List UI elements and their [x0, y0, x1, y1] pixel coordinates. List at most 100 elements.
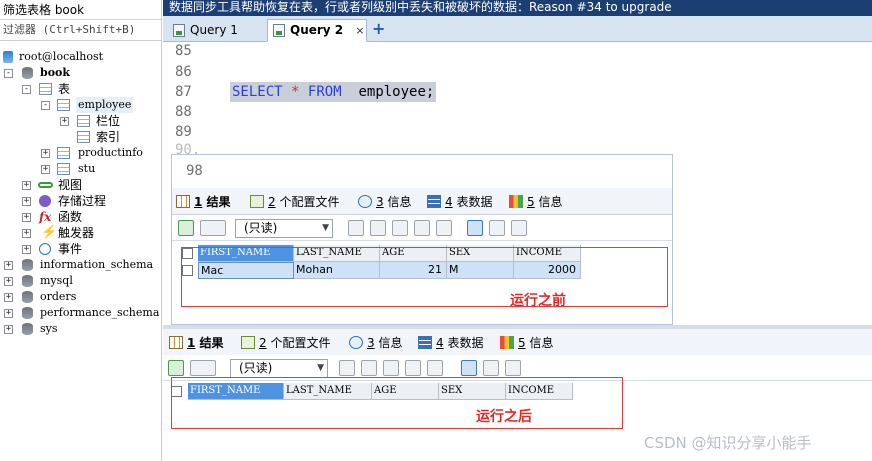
database-icon	[22, 323, 33, 335]
tab-messages[interactable]: 5 信息	[500, 333, 553, 353]
table-icon	[57, 99, 70, 111]
sql-statement[interactable]: SELECT * FROM employee;	[230, 82, 437, 102]
save-icon[interactable]	[392, 220, 408, 236]
browser-title: 筛选表格 book	[0, 0, 161, 20]
table-icon	[57, 163, 70, 175]
query-icon	[173, 24, 185, 37]
expand-icon[interactable]: +	[22, 245, 31, 254]
info-icon	[349, 336, 363, 349]
tab-messages[interactable]: 5 信息	[509, 192, 562, 212]
tab-info[interactable]: 3 信息	[349, 333, 402, 353]
after-annotation: 运行之后	[476, 409, 532, 425]
line-gutter: 85 86 87 88 89 90,	[175, 43, 201, 158]
tab-table-data[interactable]: 4 表数据	[427, 192, 492, 212]
profile-icon	[241, 336, 255, 349]
messages-icon	[500, 336, 514, 349]
save-icon[interactable]	[383, 360, 399, 376]
gear-icon	[39, 195, 51, 207]
database-icon	[22, 291, 33, 303]
server-icon	[3, 51, 13, 63]
result-tabs: 1 结果 2 个配置文件 3 信息 4 表数据 5 信息	[172, 188, 672, 215]
text-view-icon[interactable]	[505, 360, 521, 376]
refresh-icon[interactable]	[436, 220, 452, 236]
expand-icon[interactable]: +	[4, 325, 13, 334]
expand-icon[interactable]: +	[22, 181, 31, 190]
tables-folder-icon	[39, 83, 52, 95]
filter-icon[interactable]	[348, 220, 364, 236]
form-view-icon[interactable]	[489, 220, 505, 236]
chevron-down-icon: ▼	[322, 223, 329, 233]
expand-icon[interactable]: +	[4, 277, 13, 286]
sql-editor[interactable]: 85 86 87 88 89 90, SELECT * FROM employe…	[163, 42, 872, 158]
index-icon	[77, 131, 90, 143]
add-tab-button[interactable]: +	[372, 19, 385, 38]
app-window: 筛选表格 book 过滤器 (Ctrl+Shift+B) root@localh…	[0, 0, 872, 461]
chevron-down-icon: ▼	[317, 363, 324, 373]
readonly-select[interactable]: (只读) ▼	[230, 359, 328, 378]
highlight-box	[181, 247, 668, 307]
text-view-icon[interactable]	[511, 220, 527, 236]
watermark: CSDN @知识分享小能手	[644, 434, 812, 452]
expand-icon[interactable]: +	[41, 165, 50, 174]
expand-icon[interactable]: +	[22, 213, 31, 222]
expand-icon[interactable]: +	[22, 229, 31, 238]
delete-icon[interactable]	[414, 220, 430, 236]
database-icon	[22, 67, 33, 79]
delete-icon[interactable]	[405, 360, 421, 376]
expand-icon[interactable]: +	[22, 197, 31, 206]
result-panel-before: 98 1 结果 2 个配置文件 3 信息 4 表数据 5 信息 (只读) ▼ F…	[171, 154, 673, 325]
expand-icon[interactable]: +	[4, 293, 13, 302]
function-icon: fx	[39, 210, 52, 224]
collapse-icon[interactable]: -	[4, 69, 13, 78]
query-icon	[273, 24, 285, 37]
highlight-box	[171, 377, 623, 429]
table-data-icon	[427, 195, 441, 208]
tab-table-data[interactable]: 4 表数据	[418, 333, 483, 353]
export-dropdown-icon[interactable]	[190, 360, 216, 376]
grid-view-icon[interactable]	[467, 220, 483, 236]
tab-result[interactable]: 1 结果	[176, 192, 231, 212]
form-view-icon[interactable]	[483, 360, 499, 376]
grid-icon	[176, 195, 190, 208]
refresh-icon[interactable]	[427, 360, 443, 376]
clock-icon	[39, 243, 51, 255]
info-icon	[358, 195, 372, 208]
grid-icon	[169, 336, 183, 349]
filter-icon[interactable]	[339, 360, 355, 376]
collapse-icon[interactable]: -	[41, 101, 50, 110]
before-annotation: 运行之前	[510, 293, 566, 309]
query-tabbar: Query 1 Query 2 × +	[163, 16, 872, 42]
messages-icon	[509, 195, 523, 208]
copy-icon[interactable]	[370, 220, 386, 236]
expand-icon[interactable]: +	[60, 117, 69, 126]
database-icon	[22, 275, 33, 287]
tab-info[interactable]: 3 信息	[358, 192, 411, 212]
upgrade-banner[interactable]: 数据同步工具帮助恢复在表，行或者列级别中丢失和被破坏的数据：Reason #34…	[163, 0, 872, 16]
tab-profile[interactable]: 2 个配置文件	[250, 192, 339, 212]
tab-result[interactable]: 1 结果	[169, 333, 224, 353]
profile-icon	[250, 195, 264, 208]
expand-icon[interactable]: +	[4, 261, 13, 270]
filter-input[interactable]: 过滤器 (Ctrl+Shift+B)	[0, 20, 161, 41]
table-icon	[57, 147, 70, 159]
tab-query-2[interactable]: Query 2 ×	[267, 19, 367, 42]
columns-icon	[77, 115, 90, 127]
object-browser: 筛选表格 book 过滤器 (Ctrl+Shift+B) root@localh…	[0, 0, 162, 461]
collapse-icon[interactable]: -	[22, 85, 31, 94]
result-tabs: 1 结果 2 个配置文件 3 信息 4 表数据 5 信息	[163, 329, 872, 356]
tab-query-1[interactable]: Query 1	[167, 19, 239, 42]
tab-profile[interactable]: 2 个配置文件	[241, 333, 330, 353]
expand-icon[interactable]: +	[41, 149, 50, 158]
expand-icon[interactable]: +	[4, 309, 13, 318]
result-toolbar: (只读) ▼	[172, 215, 672, 241]
database-icon	[22, 307, 33, 319]
copy-icon[interactable]	[361, 360, 377, 376]
grid-view-icon[interactable]	[461, 360, 477, 376]
add-row-icon[interactable]	[178, 220, 194, 236]
readonly-select[interactable]: (只读) ▼	[235, 219, 333, 238]
export-dropdown-icon[interactable]	[200, 220, 226, 236]
trigger-icon: ⚡	[41, 225, 58, 240]
close-tab-icon[interactable]: ×	[355, 24, 364, 37]
database-icon	[22, 259, 33, 271]
add-row-icon[interactable]	[168, 360, 184, 376]
